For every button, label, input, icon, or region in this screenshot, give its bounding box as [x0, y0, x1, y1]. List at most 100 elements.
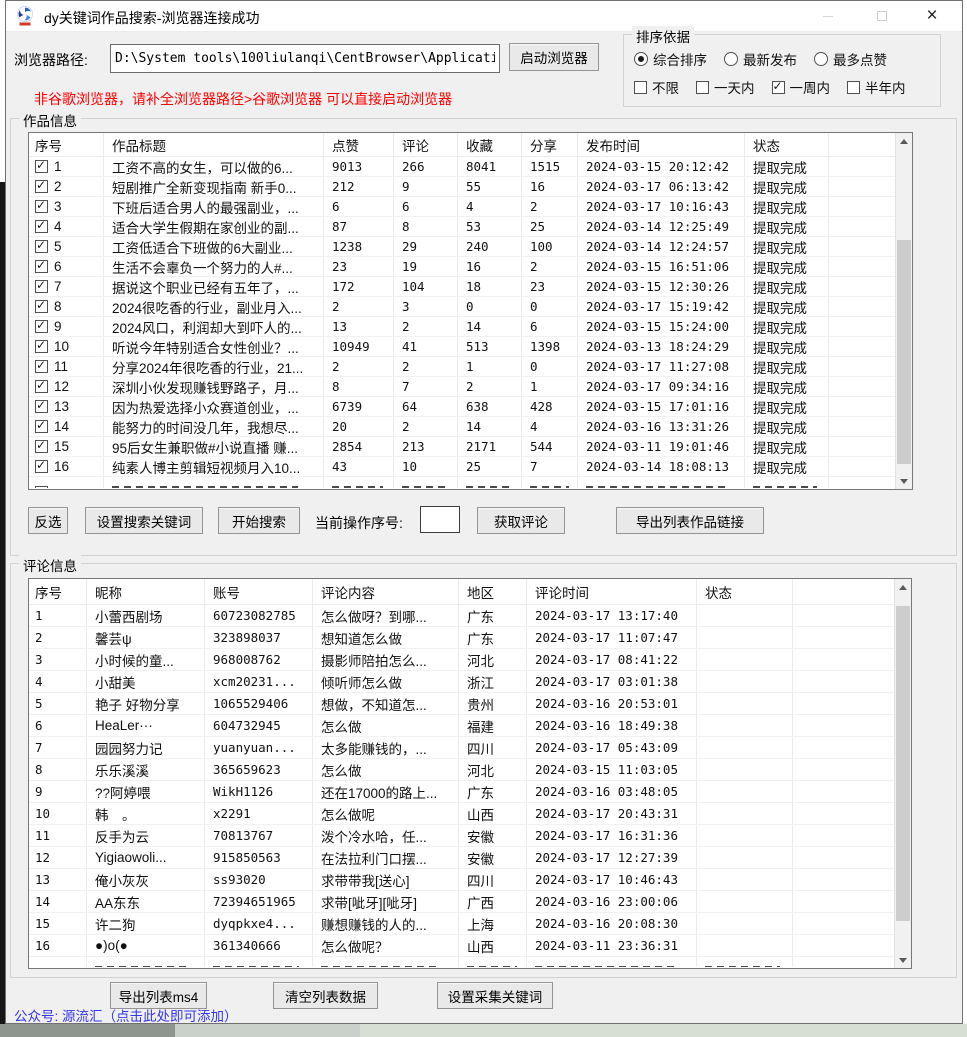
invert-selection-button[interactable]: 反选 — [28, 507, 68, 534]
partial-row — [29, 957, 894, 967]
sort-period-1[interactable]: 一天内 — [696, 77, 755, 97]
row-checkbox[interactable] — [35, 160, 48, 173]
sort-radio-1-label: 最新发布 — [743, 49, 797, 69]
works-table-row[interactable]: 5 工资低适合下班做的6大副业... 1238 29 240 100 2024-… — [29, 237, 895, 257]
sort-period-3[interactable]: 半年内 — [847, 77, 906, 97]
scroll-up-icon[interactable] — [896, 133, 912, 149]
works-table-row[interactable]: 13 因为热爱选择小众赛道创业，... 6739 64 638 428 2024… — [29, 397, 895, 417]
works-table-row[interactable]: 12 深圳小伙发现赚钱野路子，月... 8 7 2 1 2024-03-17 0… — [29, 377, 895, 397]
sort-period-2[interactable]: 一周内 — [772, 77, 831, 97]
row-checkbox[interactable] — [35, 360, 48, 373]
row-checkbox[interactable] — [35, 200, 48, 213]
comments-table-row[interactable]: 15 许二狗 dyqpkxe4... 赚想赚钱的人的... 上海 2024-03… — [29, 913, 894, 935]
get-comments-button[interactable]: 获取评论 — [477, 507, 565, 534]
comments-table-row[interactable]: 3 小时候的童... 968008762 摄影师陪拍怎么... 河北 2024-… — [29, 649, 894, 671]
scroll-up-icon[interactable] — [895, 579, 911, 595]
comment-account: x2291 — [205, 803, 313, 824]
set-collect-keywords-button[interactable]: 设置采集关键词 — [437, 982, 553, 1009]
works-table-row[interactable]: 11 分享2024年很吃香的行业，21... 2 2 1 0 2024-03-1… — [29, 357, 895, 377]
browser-path-input[interactable] — [110, 44, 500, 73]
set-search-keywords-button[interactable]: 设置搜索关键词 — [85, 507, 203, 534]
comments-table-row[interactable]: 8 乐乐溪溪 365659623 怎么做 河北 2024-03-15 11:03… — [29, 759, 894, 781]
comments-table-row[interactable]: 4 小甜美 xcm20231... 倾听师怎么做 浙江 2024-03-17 0… — [29, 671, 894, 693]
works-table-row[interactable]: 1 工资不高的女生，可以做的6... 9013 266 8041 1515 20… — [29, 157, 895, 177]
comments-table-row[interactable]: 1 小蕾西剧场 60723082785 怎么做呀？到哪... 广东 2024-0… — [29, 605, 894, 627]
close-button[interactable]: × — [910, 1, 954, 31]
row-checkbox[interactable] — [35, 280, 48, 293]
comment-status — [697, 737, 793, 758]
works-table-row[interactable]: 7 据说这个职业已经有五年了，... 172 104 18 23 2024-03… — [29, 277, 895, 297]
comments-table-row[interactable]: 6 HeaLer··· 604732945 怎么做 福建 2024-03-16 … — [29, 715, 894, 737]
scroll-down-icon[interactable] — [895, 952, 911, 968]
work-title: 适合大学生假期在家创业的副... — [104, 217, 324, 236]
row-checkbox[interactable] — [35, 180, 48, 193]
works-scrollbar-thumb[interactable] — [897, 240, 911, 464]
work-shares: 1398 — [522, 337, 578, 356]
comments-table-row[interactable]: 16 ●)o(● 361340666 怎么做呢？ 山西 2024-03-11 2… — [29, 935, 894, 957]
comments-table-row[interactable]: 11 反手为云 70813767 泼个冷水哈，任... 安徽 2024-03-1… — [29, 825, 894, 847]
sort-radio-0[interactable]: 综合排序 — [634, 49, 707, 69]
comment-content: 求带[呲牙][呲牙] — [313, 891, 459, 912]
row-checkbox[interactable] — [35, 220, 48, 233]
work-likes: 13 — [324, 317, 394, 336]
work-shares: 1515 — [522, 157, 578, 176]
row-checkbox[interactable] — [35, 440, 48, 453]
work-shares: 4 — [522, 417, 578, 436]
comment-status — [697, 803, 793, 824]
comments-table-row[interactable]: 13 俺小灰灰 ss93020 求带带我[送心] 四川 2024-03-17 1… — [29, 869, 894, 891]
row-checkbox[interactable] — [35, 400, 48, 413]
row-checkbox[interactable] — [35, 340, 48, 353]
works-table-row[interactable]: 10 听说今年特别适合女性创业？... 10949 41 513 1398 20… — [29, 337, 895, 357]
row-checkbox[interactable] — [35, 300, 48, 313]
comments-table-row[interactable]: 12 Yigiaowoli... 915850563 在法拉利门口摆... 安徽… — [29, 847, 894, 869]
comments-table-row[interactable]: 2 馨芸ψ 323898037 想知道怎么做 广东 2024-03-17 11:… — [29, 627, 894, 649]
works-table-row[interactable]: 3 下班后适合男人的最强副业，... 6 6 4 2 2024-03-17 10… — [29, 197, 895, 217]
comments-table-row[interactable]: 14 AA东东 72394651965 求带[呲牙][呲牙] 广西 2024-0… — [29, 891, 894, 913]
works-table-row[interactable]: 16 纯素人博主剪辑短视频月入10... 43 10 25 7 2024-03-… — [29, 457, 895, 477]
maximize-button[interactable] — [860, 1, 904, 31]
row-checkbox[interactable] — [35, 460, 48, 473]
works-table-row[interactable]: 14 能努力的时间没几年，我想尽... 20 2 14 4 2024-03-16… — [29, 417, 895, 437]
comment-status — [697, 649, 793, 670]
minimize-button[interactable] — [806, 1, 850, 31]
works-scrollbar[interactable] — [895, 133, 912, 489]
comment-time: 2024-03-11 23:36:31 — [527, 935, 697, 956]
comments-scrollbar[interactable] — [894, 579, 911, 968]
clear-list-button[interactable]: 清空列表数据 — [273, 982, 378, 1009]
comment-seq: 12 — [29, 847, 87, 868]
work-favorites: 53 — [458, 217, 522, 236]
sort-radio-2[interactable]: 最多点赞 — [814, 49, 887, 69]
comments-table-row[interactable]: 10 韩 。 x2291 怎么做呢 山西 2024-03-17 20:43:31 — [29, 803, 894, 825]
official-account-link[interactable]: 公众号: 源流汇（点击此处即可添加） — [14, 1005, 238, 1025]
row-seq: 16 — [54, 459, 69, 474]
comments-scrollbar-thumb[interactable] — [896, 606, 910, 921]
comment-account: 1065529406 — [205, 693, 313, 714]
works-table-row[interactable]: 4 适合大学生假期在家创业的副... 87 8 53 25 2024-03-14… — [29, 217, 895, 237]
current-index-input[interactable] — [420, 506, 460, 533]
works-table-row[interactable]: 6 生活不会辜负一个努力的人#... 23 19 16 2 2024-03-15… — [29, 257, 895, 277]
row-checkbox[interactable] — [35, 320, 48, 333]
scroll-down-icon[interactable] — [896, 473, 912, 489]
works-table-row[interactable]: 2 短剧推广全新变现指南 新手0... 212 9 55 16 2024-03-… — [29, 177, 895, 197]
works-col-time: 发布时间 — [578, 133, 745, 156]
sort-radio-1[interactable]: 最新发布 — [724, 49, 797, 69]
works-table-row[interactable]: 15 95后女生兼职做#小说直播 赚... 2854 213 2171 544 … — [29, 437, 895, 457]
comments-table-row[interactable]: 9 ??阿婷喂 WikH1126 还在17000的路上... 广东 2024-0… — [29, 781, 894, 803]
row-checkbox[interactable] — [35, 380, 48, 393]
start-search-button[interactable]: 开始搜索 — [218, 507, 300, 534]
works-table-row[interactable]: 9 2024风口，利润却大到吓人的... 13 2 14 6 2024-03-1… — [29, 317, 895, 337]
radio-icon — [814, 52, 828, 66]
works-table-row[interactable]: 8 2024很吃香的行业，副业月入... 2 3 0 0 2024-03-17 … — [29, 297, 895, 317]
export-work-links-button[interactable]: 导出列表作品链接 — [616, 507, 764, 534]
row-checkbox[interactable] — [35, 420, 48, 433]
sort-period-0[interactable]: 不限 — [634, 77, 679, 97]
works-group-title: 作品信息 — [19, 110, 81, 130]
comment-status — [697, 935, 793, 956]
comments-table-row[interactable]: 7 园园努力记 yuanyuan... 太多能赚钱的，... 四川 2024-0… — [29, 737, 894, 759]
comments-table-row[interactable]: 5 艳子 好物分享 1065529406 想做，不知道怎... 贵州 2024-… — [29, 693, 894, 715]
row-checkbox[interactable] — [35, 240, 48, 253]
launch-browser-button[interactable]: 启动浏览器 — [509, 43, 599, 71]
work-publish-time: 2024-03-17 11:27:08 — [578, 357, 745, 376]
row-checkbox[interactable] — [35, 260, 48, 273]
work-status: 提取完成 — [745, 337, 829, 356]
